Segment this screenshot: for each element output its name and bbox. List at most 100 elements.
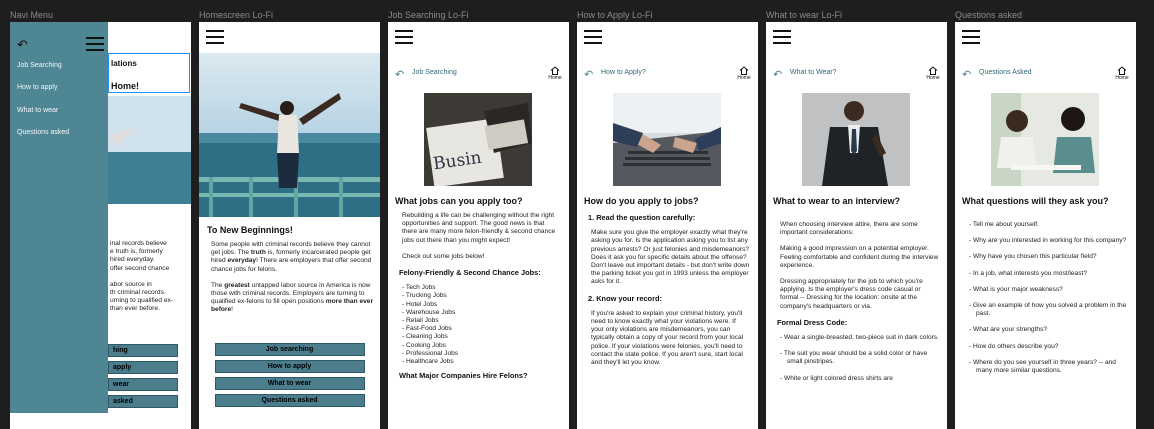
top-bar — [955, 22, 1136, 52]
frame-label-questions: Questions asked — [955, 10, 1023, 20]
questions-heading: What questions will they ask you? — [962, 196, 1109, 206]
job-subheading-1: Felony-Friendly & Second Chance Jobs: — [399, 268, 541, 278]
questions-frame: ↶ Questions Asked Home What questions wi… — [955, 22, 1136, 429]
list-item: Cleaning Jobs — [402, 333, 561, 341]
newspaper-image: Busin — [424, 93, 532, 186]
frame-label-navi: Navi Menu — [10, 10, 54, 20]
frame-label-home: Homescreen Lo-Fi — [199, 10, 274, 20]
back-arrow-icon[interactable]: ↶ — [773, 68, 782, 81]
apply-subheading-1: 1. Read the question carefully: — [588, 213, 696, 222]
dress-code-list: Wear a single-breasted, two-piece suit i… — [780, 334, 939, 383]
back-arrow-icon[interactable]: ↶ — [962, 68, 971, 81]
home-label: Home — [548, 75, 562, 81]
list-item: Give an example of how you solved a prob… — [969, 302, 1128, 318]
list-item: Tell me about yourself. — [969, 221, 1128, 229]
navi-behind-btn-2: apply — [108, 361, 178, 374]
how-to-apply-button[interactable]: How to apply — [214, 360, 365, 373]
apply-frame: ↶ How to Apply? Home How do you apply to… — [577, 22, 758, 429]
list-item: Cooking Jobs — [402, 342, 561, 350]
hamburger-menu-icon[interactable] — [206, 30, 224, 44]
navi-behind-title-2: Home! — [111, 81, 140, 91]
home-frame: To New Beginnings! Some people with crim… — [199, 22, 380, 429]
navi-behind-photo — [108, 96, 191, 204]
list-item: Hotel Jobs — [402, 301, 561, 309]
home-body: Some people with criminal records believ… — [211, 241, 374, 314]
questions-asked-button[interactable]: Questions asked — [214, 394, 365, 407]
questions-list: Tell me about yourself. Why are you inte… — [969, 221, 1128, 375]
hero-image — [199, 53, 380, 217]
list-item: What are your strengths? — [969, 326, 1128, 334]
list-item: The suit you wear should be a solid colo… — [780, 350, 939, 366]
hamburger-menu-icon[interactable] — [773, 30, 791, 44]
nav-item-job-searching[interactable]: Job Searching — [17, 62, 62, 69]
home-label: Home — [926, 75, 940, 81]
list-item: Why are you interested in working for th… — [969, 237, 1128, 245]
hamburger-menu-icon[interactable] — [86, 37, 104, 51]
frame-label-apply: How to Apply Lo-Fi — [577, 10, 653, 20]
home-icon[interactable]: Home — [737, 66, 751, 81]
list-item: Warehouse Jobs — [402, 309, 561, 317]
home-label: Home — [1115, 75, 1129, 81]
hamburger-menu-icon[interactable] — [962, 30, 980, 44]
list-item: Tech Jobs — [402, 284, 561, 292]
subheader-title: Questions Asked — [979, 69, 1032, 76]
hamburger-menu-icon[interactable] — [395, 30, 413, 44]
list-item: How do others describe you? — [969, 343, 1128, 351]
wear-subheading: Formal Dress Code: — [777, 317, 848, 327]
list-item: Why have you chosen this particular fiel… — [969, 253, 1128, 261]
job-searching-button[interactable]: Job searching — [214, 343, 365, 356]
navi-behind-btn-1: hing — [108, 344, 178, 357]
list-item: Where do you see yourself in three years… — [969, 359, 1128, 375]
wear-frame: ↶ What to Wear? Home What to wear to an … — [766, 22, 947, 429]
interview-image — [991, 93, 1099, 186]
wear-heading: What to wear to an interview? — [773, 196, 901, 206]
what-to-wear-button[interactable]: What to wear — [214, 377, 365, 390]
subheader: ↶ How to Apply? Home — [584, 66, 751, 82]
job-heading: What jobs can you apply too? — [395, 196, 523, 206]
subheader: ↶ Questions Asked Home — [962, 66, 1129, 82]
navi-behind-text: inal records believe e truth is, formerl… — [110, 240, 174, 313]
back-arrow-icon[interactable]: ↶ — [395, 68, 404, 81]
home-icon[interactable]: Home — [1115, 66, 1129, 81]
navi-behind-buttons: hing apply wear asked — [108, 344, 178, 412]
back-arrow-icon[interactable]: ↶ — [17, 37, 28, 53]
job-subheading-2: What Major Companies Hire Felons? — [399, 371, 528, 381]
wear-body: When choosing interview attire, there ar… — [777, 221, 939, 391]
navigation-drawer: ↶ Job Searching How to apply What to wea… — [10, 22, 108, 413]
navi-behind-title-1: lations — [111, 59, 137, 68]
top-bar — [388, 22, 569, 52]
top-bar — [766, 22, 947, 52]
job-frame: ↶ Job Searching Home Busin What jobs can… — [388, 22, 569, 429]
list-item: Healthcare Jobs — [402, 358, 561, 366]
subheader-title: What to Wear? — [790, 69, 837, 76]
home-heading: To New Beginnings! — [207, 225, 293, 235]
subheader: ↶ What to Wear? Home — [773, 66, 940, 82]
hamburger-menu-icon[interactable] — [584, 30, 602, 44]
subheader: ↶ Job Searching Home — [395, 66, 562, 82]
home-icon[interactable]: Home — [926, 66, 940, 81]
nav-item-how-to-apply[interactable]: How to apply — [17, 84, 57, 91]
nav-item-what-to-wear[interactable]: What to wear — [17, 107, 58, 114]
list-item: Wear a single-breasted, two-piece suit i… — [780, 334, 939, 342]
navi-behind-title-box: lations Home! — [108, 53, 190, 93]
home-label: Home — [737, 75, 751, 81]
job-body: Rebuilding a life can be challenging wit… — [399, 212, 561, 387]
top-bar — [199, 22, 380, 52]
subheader-title: How to Apply? — [601, 69, 646, 76]
suit-image — [802, 93, 910, 186]
apply-subheading-2: 2. Know your record: — [588, 293, 662, 303]
nav-item-questions-asked[interactable]: Questions asked — [17, 129, 69, 136]
list-item: Trucking Jobs — [402, 292, 561, 300]
home-buttons: Job searching How to apply What to wear … — [199, 343, 380, 411]
laptop-image — [613, 93, 721, 186]
list-item: In a job, what interests you most/least? — [969, 270, 1128, 278]
navi-behind-btn-4: asked — [108, 395, 178, 408]
list-item: What is your major weakness? — [969, 286, 1128, 294]
questions-body: Tell me about yourself. Why are you inte… — [969, 221, 1128, 383]
back-arrow-icon[interactable]: ↶ — [584, 68, 593, 81]
home-icon[interactable]: Home — [548, 66, 562, 81]
frame-label-wear: What to wear Lo-Fi — [766, 10, 843, 20]
apply-heading: How do you apply to jobs? — [584, 196, 699, 206]
list-item: Fast-Food Jobs — [402, 325, 561, 333]
list-item: White or light colored dress shirts are — [780, 375, 939, 383]
